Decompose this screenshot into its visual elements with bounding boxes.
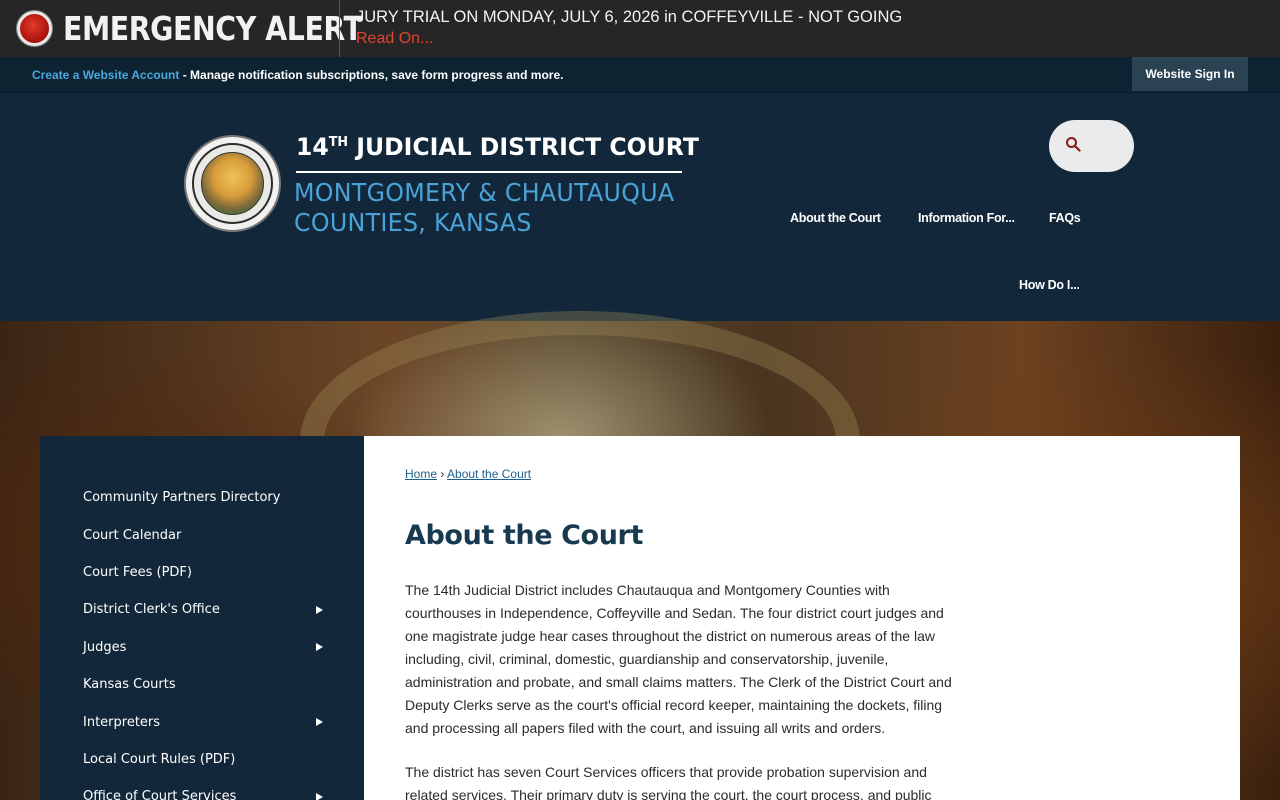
site-header: 14TH JUDICIAL DISTRICT COURT MONTGOMERY … (0, 93, 1280, 321)
submenu-arrow-icon[interactable] (316, 718, 323, 726)
account-description: - Manage notification subscriptions, sav… (179, 68, 564, 82)
subtitle-line-2: COUNTIES, KANSAS (294, 208, 532, 237)
breadcrumb-separator: › (440, 467, 445, 481)
subtitle-line-1: MONTGOMERY & CHAUTAUQUA (294, 178, 675, 207)
main-content: Home › About the Court About the Court T… (364, 436, 1240, 800)
sidebar-item-kansas-courts[interactable]: Kansas Courts (83, 677, 176, 692)
nav-about-the-court[interactable]: About the Court (790, 211, 881, 225)
search-button[interactable] (1049, 120, 1134, 172)
title-divider (296, 171, 682, 173)
content-paragraph-2: The district has seven Court Services of… (405, 764, 932, 800)
sidebar-item-local-court-rules[interactable]: Local Court Rules (PDF) (83, 752, 235, 767)
site-title[interactable]: 14TH JUDICIAL DISTRICT COURT (296, 133, 699, 161)
title-rest: JUDICIAL DISTRICT COURT (348, 133, 699, 161)
alert-title: EMERGENCY ALERT (63, 9, 363, 48)
website-signin-button[interactable]: Website Sign In (1132, 57, 1248, 91)
search-icon (1066, 137, 1081, 152)
submenu-arrow-icon[interactable] (316, 606, 323, 614)
account-bar: Create a Website Account - Manage notifi… (0, 57, 1280, 93)
page-title: About the Court (405, 520, 643, 551)
nav-how-do-i[interactable]: How Do I... (1019, 278, 1080, 292)
account-text: Create a Website Account - Manage notifi… (32, 68, 563, 82)
alert-read-on-link[interactable]: Read On... (356, 30, 433, 48)
sidebar-item-court-fees[interactable]: Court Fees (PDF) (83, 565, 192, 580)
title-suffix: TH (328, 135, 349, 150)
submenu-arrow-icon[interactable] (316, 793, 323, 800)
alert-icon (17, 11, 52, 46)
seal-ring (192, 143, 273, 224)
kansas-seal-logo[interactable] (184, 135, 281, 232)
breadcrumb-home-link[interactable]: Home (405, 467, 437, 481)
breadcrumb-current-link[interactable]: About the Court (447, 467, 531, 481)
submenu-arrow-icon[interactable] (316, 643, 323, 651)
create-account-link[interactable]: Create a Website Account (32, 68, 179, 82)
seal-emblem (201, 152, 264, 215)
nav-information-for[interactable]: Information For... (918, 211, 1015, 225)
sidebar-item-community-partners-directory[interactable]: Community Partners Directory (83, 490, 280, 505)
sidebar-nav: Community Partners Directory Court Calen… (40, 436, 364, 800)
sidebar-item-court-calendar[interactable]: Court Calendar (83, 528, 181, 543)
site-subtitle: MONTGOMERY & CHAUTAUQUA COUNTIES, KANSAS (294, 178, 674, 238)
alert-divider (339, 0, 340, 57)
alert-message: JURY TRIAL ON MONDAY, JULY 6, 2026 in CO… (356, 8, 903, 26)
sidebar-item-interpreters[interactable]: Interpreters (83, 715, 160, 730)
nav-faqs[interactable]: FAQs (1049, 211, 1081, 225)
breadcrumb: Home › About the Court (405, 467, 531, 481)
sidebar-item-judges[interactable]: Judges (83, 640, 126, 655)
sidebar-item-district-clerks-office[interactable]: District Clerk's Office (83, 602, 220, 617)
sidebar-item-office-of-court-services[interactable]: Office of Court Services (83, 789, 236, 800)
emergency-alert-bar: EMERGENCY ALERT JURY TRIAL ON MONDAY, JU… (0, 0, 1280, 57)
content-paragraph-1: The 14th Judicial District includes Chau… (405, 582, 952, 736)
title-number: 14 (296, 133, 329, 161)
